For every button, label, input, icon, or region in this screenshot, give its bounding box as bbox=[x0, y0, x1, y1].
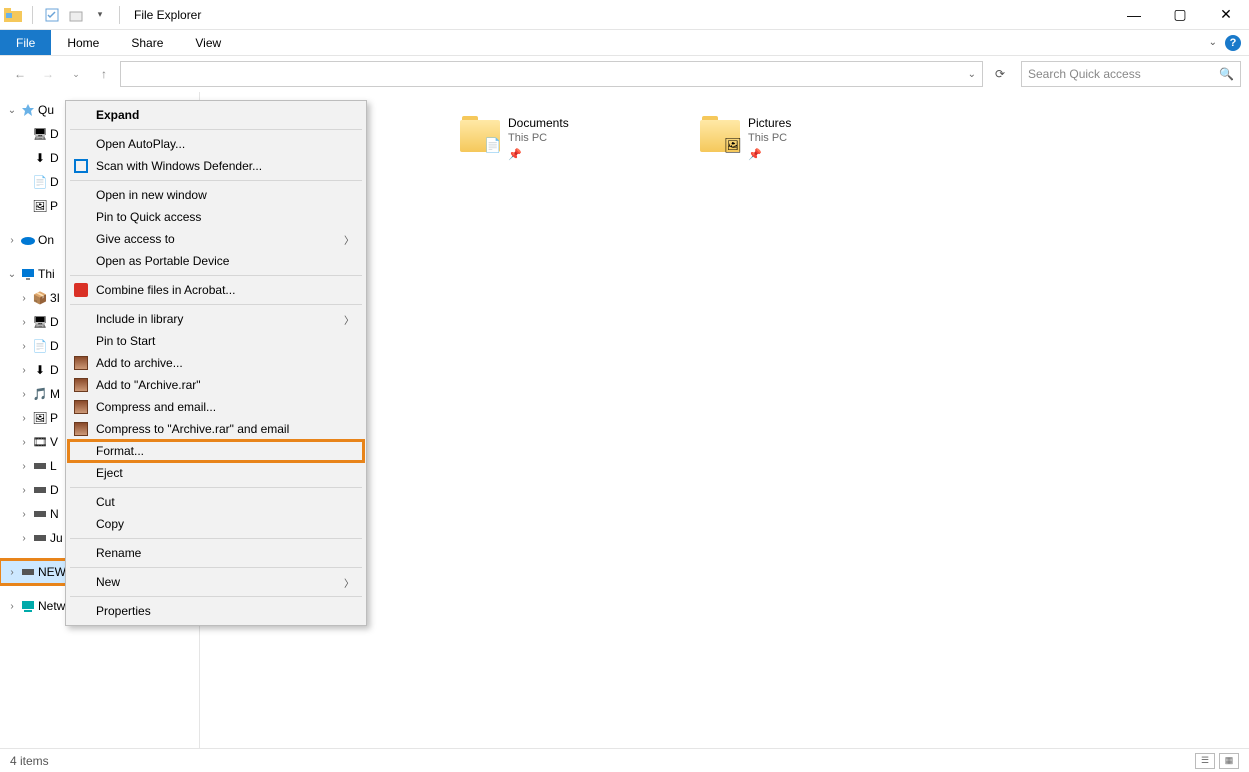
menu-item[interactable]: Open AutoPlay... bbox=[68, 133, 364, 155]
menu-label: Cut bbox=[96, 495, 115, 509]
explorer-icon bbox=[4, 6, 22, 24]
menu-label: Add to "Archive.rar" bbox=[96, 378, 201, 392]
context-menu: Expand Open AutoPlay... Scan with Windows … bbox=[65, 100, 367, 626]
menu-item[interactable]: Rename bbox=[68, 542, 364, 564]
menu-item[interactable]: Compress and email... bbox=[68, 396, 364, 418]
menu-label: Rename bbox=[96, 546, 141, 560]
file-tab[interactable]: File bbox=[0, 30, 51, 55]
menu-separator bbox=[70, 567, 362, 568]
menu-separator bbox=[70, 129, 362, 130]
window-title: File Explorer bbox=[134, 8, 201, 22]
search-box[interactable]: 🔍 bbox=[1021, 61, 1241, 87]
title-bar: ▾ File Explorer ― ▢ ✕ bbox=[0, 0, 1249, 30]
address-dropdown-icon[interactable]: ⌄ bbox=[968, 69, 976, 80]
menu-separator bbox=[70, 304, 362, 305]
pin-icon: 📌 bbox=[508, 148, 569, 161]
tab-share[interactable]: Share bbox=[115, 30, 179, 55]
menu-label: Give access to bbox=[96, 232, 175, 246]
menu-label: Scan with Windows Defender... bbox=[96, 159, 262, 173]
menu-item[interactable]: Combine files in Acrobat... bbox=[68, 279, 364, 301]
menu-label: New bbox=[96, 575, 120, 589]
qat-dropdown-icon[interactable]: ▾ bbox=[91, 6, 109, 24]
menu-item[interactable]: Open in new window bbox=[68, 184, 364, 206]
ribbon-expand-icon[interactable]: ⌄ bbox=[1209, 37, 1217, 48]
menu-label: Compress and email... bbox=[96, 400, 216, 414]
menu-item[interactable]: Pin to Start bbox=[68, 330, 364, 352]
search-icon[interactable]: 🔍 bbox=[1219, 67, 1234, 81]
folder-icon: 🖼 bbox=[700, 116, 740, 152]
address-bar[interactable]: ⌄ bbox=[120, 61, 983, 87]
menu-item[interactable]: Pin to Quick access bbox=[68, 206, 364, 228]
folder-sub: This PC bbox=[508, 132, 569, 144]
nav-bar: ← → ⌄ ↑ ⌄ ⟳ 🔍 bbox=[0, 56, 1249, 92]
submenu-arrow-icon: 〉 bbox=[344, 312, 354, 327]
folder-sub: This PC bbox=[748, 132, 791, 144]
menu-label: Expand bbox=[96, 108, 139, 122]
menu-item[interactable]: Scan with Windows Defender... bbox=[68, 155, 364, 177]
menu-separator bbox=[70, 487, 362, 488]
maximize-button[interactable]: ▢ bbox=[1157, 0, 1203, 30]
menu-item[interactable]: Copy bbox=[68, 513, 364, 535]
menu-item[interactable]: Give access to 〉 bbox=[68, 228, 364, 250]
menu-item[interactable]: Add to archive... bbox=[68, 352, 364, 374]
menu-label: Pin to Quick access bbox=[96, 210, 201, 224]
qat-properties-icon[interactable] bbox=[43, 6, 61, 24]
menu-label: Copy bbox=[96, 517, 124, 531]
tab-view[interactable]: View bbox=[179, 30, 237, 55]
menu-label: Properties bbox=[96, 604, 151, 618]
pin-icon: 📌 bbox=[748, 148, 791, 161]
status-text: 4 items bbox=[10, 754, 49, 768]
menu-label: Open as Portable Device bbox=[96, 254, 229, 268]
menu-item[interactable]: Expand bbox=[68, 104, 364, 126]
minimize-button[interactable]: ― bbox=[1111, 0, 1157, 30]
submenu-arrow-icon: 〉 bbox=[344, 575, 354, 590]
menu-label: Compress to "Archive.rar" and email bbox=[96, 422, 289, 436]
menu-item[interactable]: Compress to "Archive.rar" and email bbox=[68, 418, 364, 440]
submenu-arrow-icon: 〉 bbox=[344, 232, 354, 247]
nav-forward-button[interactable]: → bbox=[36, 62, 60, 86]
folder-item[interactable]: 📄 Documents This PC 📌 bbox=[460, 116, 660, 161]
folder-icon: 📄 bbox=[460, 116, 500, 152]
help-icon[interactable]: ? bbox=[1225, 35, 1241, 51]
menu-separator bbox=[70, 275, 362, 276]
tree-label: On bbox=[38, 233, 54, 247]
menu-label: Open AutoPlay... bbox=[96, 137, 185, 151]
nav-back-button[interactable]: ← bbox=[8, 62, 32, 86]
menu-label: Pin to Start bbox=[96, 334, 155, 348]
menu-label: Combine files in Acrobat... bbox=[96, 283, 235, 297]
tree-label: Thi bbox=[38, 267, 55, 281]
search-input[interactable] bbox=[1028, 67, 1219, 81]
folder-item[interactable]: 🖼 Pictures This PC 📌 bbox=[700, 116, 900, 161]
menu-item[interactable]: Include in library 〉 bbox=[68, 308, 364, 330]
menu-item[interactable]: New 〉 bbox=[68, 571, 364, 593]
menu-item[interactable]: Format... bbox=[68, 440, 364, 462]
menu-item[interactable]: Open as Portable Device bbox=[68, 250, 364, 272]
folder-name: Documents bbox=[508, 116, 569, 130]
tab-home[interactable]: Home bbox=[51, 30, 115, 55]
menu-item[interactable]: Properties bbox=[68, 600, 364, 622]
tree-label: Qu bbox=[38, 103, 54, 117]
menu-separator bbox=[70, 538, 362, 539]
qat-newfolder-icon[interactable] bbox=[67, 6, 85, 24]
view-details-button[interactable]: ☰ bbox=[1195, 753, 1215, 769]
menu-separator bbox=[70, 596, 362, 597]
close-button[interactable]: ✕ bbox=[1203, 0, 1249, 30]
menu-item[interactable]: Cut bbox=[68, 491, 364, 513]
menu-item[interactable]: Eject bbox=[68, 462, 364, 484]
folder-name: Pictures bbox=[748, 116, 791, 130]
menu-label: Open in new window bbox=[96, 188, 207, 202]
view-icons-button[interactable]: ▦ bbox=[1219, 753, 1239, 769]
ribbon: File Home Share View ⌄ ? bbox=[0, 30, 1249, 56]
status-bar: 4 items ☰ ▦ bbox=[0, 748, 1249, 772]
menu-item[interactable]: Add to "Archive.rar" bbox=[68, 374, 364, 396]
menu-label: Add to archive... bbox=[96, 356, 183, 370]
menu-label: Include in library bbox=[96, 312, 183, 326]
refresh-button[interactable]: ⟳ bbox=[989, 63, 1011, 85]
nav-up-button[interactable]: ↑ bbox=[92, 62, 116, 86]
menu-separator bbox=[70, 180, 362, 181]
nav-recent-button[interactable]: ⌄ bbox=[64, 62, 88, 86]
menu-label: Format... bbox=[96, 444, 144, 458]
menu-label: Eject bbox=[96, 466, 123, 480]
